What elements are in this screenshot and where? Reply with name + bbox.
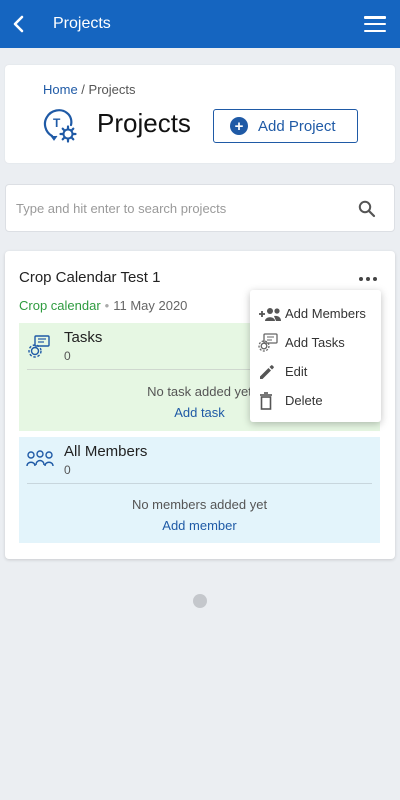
plus-circle-icon: + bbox=[230, 117, 248, 135]
chevron-left-icon bbox=[13, 15, 24, 33]
menu-item-delete[interactable]: Delete bbox=[250, 386, 381, 415]
members-divider bbox=[27, 483, 372, 484]
tasks-count: 0 bbox=[64, 349, 71, 363]
search-input[interactable] bbox=[16, 185, 346, 231]
add-project-button[interactable]: + Add Project bbox=[213, 109, 358, 143]
app-bar-title: Projects bbox=[53, 15, 111, 32]
project-date: 11 May 2020 bbox=[113, 298, 188, 313]
header-card: Home / Projects T Projects + Add Project bbox=[5, 65, 395, 163]
meta-separator: • bbox=[104, 298, 110, 313]
members-panel: All Members 0 No members added yet Add m… bbox=[19, 437, 380, 543]
members-title: All Members bbox=[64, 443, 148, 460]
breadcrumb-current: Projects bbox=[88, 82, 136, 97]
add-project-label: Add Project bbox=[258, 117, 336, 135]
menu-item-edit[interactable]: Edit bbox=[250, 357, 381, 386]
hamburger-menu-icon[interactable] bbox=[364, 14, 386, 34]
back-button[interactable] bbox=[2, 0, 36, 48]
breadcrumb-separator: / bbox=[77, 82, 89, 97]
project-settings-icon: T bbox=[43, 109, 77, 143]
menu-item-add-tasks[interactable]: Add Tasks bbox=[250, 328, 381, 357]
menu-item-label: Add Tasks bbox=[285, 335, 345, 350]
svg-text:T: T bbox=[53, 116, 61, 130]
members-count: 0 bbox=[64, 463, 71, 477]
menu-item-label: Add Members bbox=[285, 306, 366, 321]
tasks-title: Tasks bbox=[64, 329, 103, 346]
breadcrumb: Home / Projects bbox=[43, 82, 136, 97]
pencil-icon bbox=[260, 364, 274, 379]
members-group-icon bbox=[26, 450, 54, 467]
app-bar: Projects bbox=[0, 0, 400, 48]
project-name[interactable]: Crop Calendar Test 1 bbox=[19, 269, 160, 286]
add-member-link[interactable]: Add member bbox=[19, 518, 380, 533]
search-icon[interactable] bbox=[358, 200, 376, 218]
breadcrumb-home-link[interactable]: Home bbox=[43, 82, 78, 97]
project-options-menu: Add Members Add Tasks Edit Delete bbox=[250, 290, 381, 422]
search-bar bbox=[5, 184, 395, 232]
members-empty-message: No members added yet bbox=[131, 497, 268, 512]
add-tasks-icon bbox=[258, 332, 278, 352]
menu-item-label: Delete bbox=[285, 393, 323, 408]
add-members-icon bbox=[259, 307, 281, 321]
page-title: Projects bbox=[97, 108, 191, 138]
menu-item-add-members[interactable]: Add Members bbox=[250, 299, 381, 328]
trash-icon bbox=[260, 391, 272, 410]
menu-item-label: Edit bbox=[285, 364, 308, 379]
tasks-gear-icon bbox=[28, 335, 50, 358]
more-options-icon[interactable] bbox=[359, 272, 377, 286]
loading-indicator bbox=[193, 594, 207, 608]
project-meta: Crop calendar • 11 May 2020 bbox=[19, 298, 187, 313]
project-type-tag: Crop calendar bbox=[19, 298, 101, 313]
